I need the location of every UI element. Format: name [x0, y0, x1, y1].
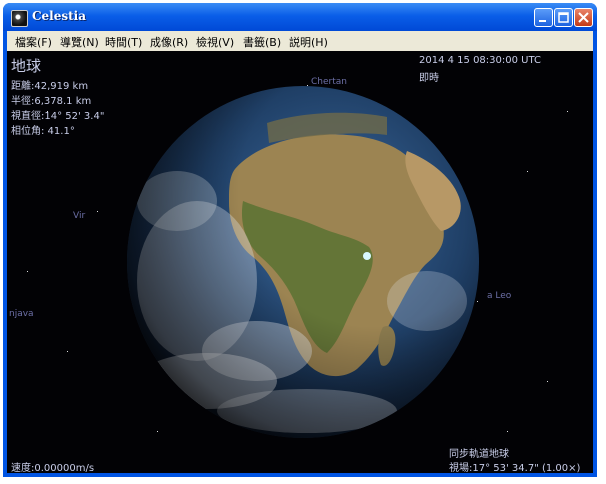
celestia-app-icon [11, 10, 28, 27]
menu-time[interactable]: 時間(T) [105, 34, 142, 50]
maximize-button[interactable] [554, 8, 573, 27]
space-view[interactable]: Chertan Vir a Leo njava 地球 距離:42,919 km … [7, 51, 593, 473]
close-button[interactable] [574, 8, 593, 27]
datetime-readout: 2014 4 15 08:30:00 UTC [419, 55, 541, 66]
menu-bookmarks[interactable]: 書籤(B) [243, 34, 281, 50]
close-icon [578, 12, 589, 23]
celestia-window: Celestia 檔案(F) 導覽(N) 時間(T) 成像(R) 檢視(V) 書… [3, 3, 597, 477]
time-mode: 即時 [419, 73, 439, 84]
menu-bar: 檔案(F) 導覽(N) 時間(T) 成像(R) 檢視(V) 書籤(B) 説明(H… [7, 31, 593, 51]
object-name: 地球 [11, 57, 42, 75]
menu-view[interactable]: 檢視(V) [196, 34, 234, 50]
minimize-button[interactable] [534, 8, 553, 27]
distance-readout: 距離:42,919 km [11, 81, 89, 92]
phase-angle-readout: 相位角: 41.1° [11, 126, 75, 137]
maximize-icon [558, 12, 569, 23]
fov-readout: 視場:17° 53' 34.7" (1.00×) [449, 463, 581, 473]
tracking-readout: 同步軌道地球 [449, 449, 509, 460]
menu-render[interactable]: 成像(R) [150, 34, 188, 50]
radius-readout: 半徑:6,378.1 km [11, 96, 92, 107]
speed-readout: 速度:0.00000m/s [11, 463, 95, 473]
menu-help[interactable]: 説明(H) [289, 34, 328, 50]
menu-navigation[interactable]: 導覽(N) [60, 34, 99, 50]
title-bar[interactable]: Celestia [3, 3, 597, 31]
window-bottom-border [3, 473, 597, 477]
minimize-icon [539, 20, 546, 22]
apparent-diameter-readout: 視直徑:14° 52' 3.4" [11, 111, 105, 122]
window-title: Celestia [32, 9, 87, 23]
menu-file[interactable]: 檔案(F) [15, 34, 52, 50]
